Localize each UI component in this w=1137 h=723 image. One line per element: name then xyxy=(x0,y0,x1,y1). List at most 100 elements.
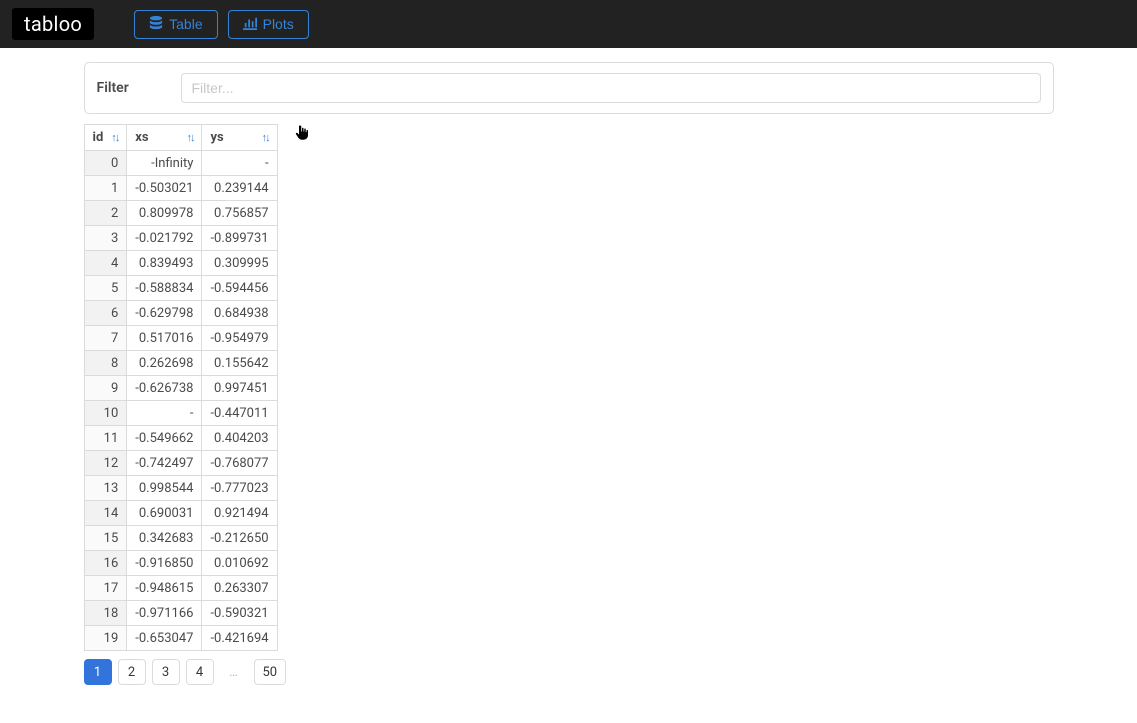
sort-icon: ↑↓ xyxy=(262,131,269,144)
page-button-2[interactable]: 2 xyxy=(118,659,146,685)
cell-xs: -Infinity xyxy=(127,151,202,176)
cell-xs: 0.262698 xyxy=(127,351,202,376)
cell-xs: -0.549662 xyxy=(127,426,202,451)
cell-xs: -0.742497 xyxy=(127,451,202,476)
cell-id: 3 xyxy=(84,226,127,251)
table-row: 18-0.971166-0.590321 xyxy=(84,601,277,626)
pagination: 1234…50 xyxy=(84,659,1054,685)
cell-xs: -0.626738 xyxy=(127,376,202,401)
cell-id: 4 xyxy=(84,251,127,276)
cell-id: 7 xyxy=(84,326,127,351)
column-label: xs xyxy=(135,130,148,145)
table-row: 40.8394930.309995 xyxy=(84,251,277,276)
table-row: 12-0.742497-0.768077 xyxy=(84,451,277,476)
table-tab-button[interactable]: Table xyxy=(134,10,217,39)
cell-ys: -0.899731 xyxy=(202,226,277,251)
table-row: 19-0.653047-0.421694 xyxy=(84,626,277,651)
cell-id: 2 xyxy=(84,201,127,226)
page-button-1[interactable]: 1 xyxy=(84,659,112,685)
cell-ys: 0.155642 xyxy=(202,351,277,376)
filter-panel: Filter xyxy=(84,62,1054,114)
plots-tab-label: Plots xyxy=(263,16,294,32)
table-row: 130.998544-0.777023 xyxy=(84,476,277,501)
cell-ys: 0.997451 xyxy=(202,376,277,401)
table-row: 16-0.9168500.010692 xyxy=(84,551,277,576)
cell-id: 9 xyxy=(84,376,127,401)
column-label: ys xyxy=(210,130,223,145)
cell-ys: -0.768077 xyxy=(202,451,277,476)
cell-xs: -0.503021 xyxy=(127,176,202,201)
cell-id: 15 xyxy=(84,526,127,551)
cell-xs: 0.839493 xyxy=(127,251,202,276)
cell-ys: -0.954979 xyxy=(202,326,277,351)
sort-icon: ↑↓ xyxy=(111,131,118,144)
cell-xs: -0.629798 xyxy=(127,301,202,326)
table-row: 70.517016-0.954979 xyxy=(84,326,277,351)
cell-id: 11 xyxy=(84,426,127,451)
cell-ys: -0.421694 xyxy=(202,626,277,651)
plots-tab-button[interactable]: Plots xyxy=(228,10,309,39)
cell-id: 17 xyxy=(84,576,127,601)
cell-ys: -0.777023 xyxy=(202,476,277,501)
cell-ys: -0.447011 xyxy=(202,401,277,426)
database-icon xyxy=(149,16,163,33)
cell-ys: 0.684938 xyxy=(202,301,277,326)
cell-ys: 0.309995 xyxy=(202,251,277,276)
page-button-50[interactable]: 50 xyxy=(254,659,287,685)
cell-xs: -0.021792 xyxy=(127,226,202,251)
main-container: Filter id ↑↓ xs ↑↓ xyxy=(84,62,1054,685)
cell-id: 5 xyxy=(84,276,127,301)
cell-ys: -0.590321 xyxy=(202,601,277,626)
filter-input[interactable] xyxy=(181,73,1041,103)
table-row: 1-0.5030210.239144 xyxy=(84,176,277,201)
table-row: 80.2626980.155642 xyxy=(84,351,277,376)
cell-ys: 0.404203 xyxy=(202,426,277,451)
cell-id: 16 xyxy=(84,551,127,576)
cell-xs: - xyxy=(127,401,202,426)
page-ellipsis: … xyxy=(220,659,248,685)
cell-xs: -0.916850 xyxy=(127,551,202,576)
table-row: 9-0.6267380.997451 xyxy=(84,376,277,401)
table-row: 3-0.021792-0.899731 xyxy=(84,226,277,251)
page-button-3[interactable]: 3 xyxy=(152,659,180,685)
cell-ys: 0.921494 xyxy=(202,501,277,526)
table-row: 5-0.588834-0.594456 xyxy=(84,276,277,301)
column-header-xs[interactable]: xs ↑↓ xyxy=(127,125,202,151)
cell-xs: 0.809978 xyxy=(127,201,202,226)
cell-id: 13 xyxy=(84,476,127,501)
page-button-4[interactable]: 4 xyxy=(186,659,214,685)
cell-id: 14 xyxy=(84,501,127,526)
cell-id: 12 xyxy=(84,451,127,476)
cell-ys: -0.594456 xyxy=(202,276,277,301)
column-header-ys[interactable]: ys ↑↓ xyxy=(202,125,277,151)
cell-xs: -0.971166 xyxy=(127,601,202,626)
filter-label: Filter xyxy=(97,80,167,96)
table-row: 11-0.5496620.404203 xyxy=(84,426,277,451)
cell-id: 18 xyxy=(84,601,127,626)
table-tab-label: Table xyxy=(169,16,202,32)
table-body: 0-Infinity-1-0.5030210.23914420.8099780.… xyxy=(84,151,277,651)
cell-id: 10 xyxy=(84,401,127,426)
table-row: 17-0.9486150.263307 xyxy=(84,576,277,601)
cell-ys: 0.010692 xyxy=(202,551,277,576)
table-row: 20.8099780.756857 xyxy=(84,201,277,226)
column-header-id[interactable]: id ↑↓ xyxy=(84,125,127,151)
cell-xs: -0.653047 xyxy=(127,626,202,651)
cell-xs: 0.690031 xyxy=(127,501,202,526)
cell-xs: -0.948615 xyxy=(127,576,202,601)
table-row: 0-Infinity- xyxy=(84,151,277,176)
cell-ys: 0.239144 xyxy=(202,176,277,201)
cell-id: 1 xyxy=(84,176,127,201)
cell-id: 8 xyxy=(84,351,127,376)
table-row: 6-0.6297980.684938 xyxy=(84,301,277,326)
cell-xs: 0.342683 xyxy=(127,526,202,551)
cell-xs: 0.517016 xyxy=(127,326,202,351)
sort-icon: ↑↓ xyxy=(186,131,193,144)
brand-logo: tabloo xyxy=(12,8,94,40)
cell-xs: -0.588834 xyxy=(127,276,202,301)
table-row: 140.6900310.921494 xyxy=(84,501,277,526)
data-table: id ↑↓ xs ↑↓ ys ↑↓ 0-Infi xyxy=(84,124,278,651)
cell-ys: 0.263307 xyxy=(202,576,277,601)
table-row: 150.342683-0.212650 xyxy=(84,526,277,551)
cell-id: 6 xyxy=(84,301,127,326)
